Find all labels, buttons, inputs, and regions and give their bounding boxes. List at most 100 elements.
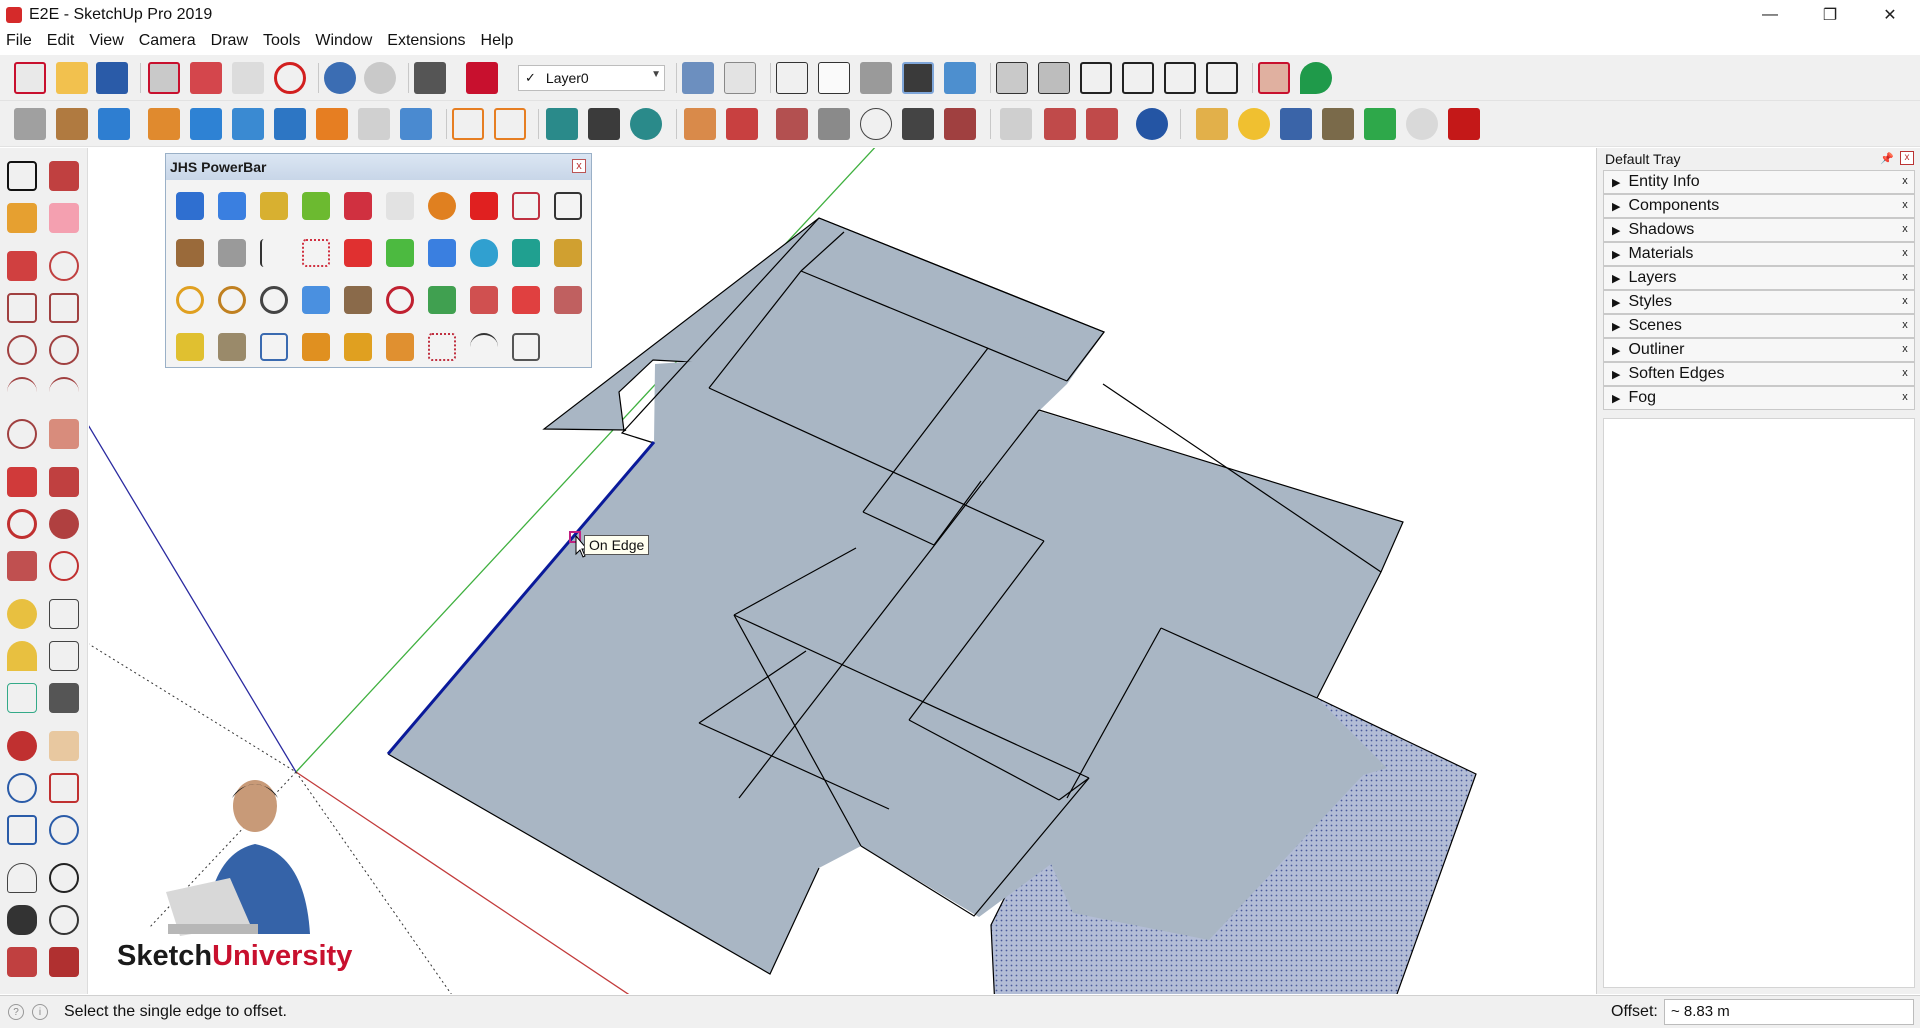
section-plane-icon[interactable] <box>49 905 79 935</box>
model-info-icon[interactable] <box>466 62 498 94</box>
scale-icon[interactable] <box>7 551 37 581</box>
powerbar-title[interactable]: JHS PowerBar <box>166 154 591 180</box>
previous-view-icon[interactable] <box>49 815 79 845</box>
pb-icon-38[interactable] <box>470 333 498 361</box>
pb-icon-34[interactable] <box>302 333 330 361</box>
pb-icon-21[interactable] <box>176 286 204 314</box>
save-icon[interactable] <box>96 62 128 94</box>
panel-shadows[interactable]: ▶ Shadows x <box>1603 218 1915 242</box>
export-icon[interactable] <box>1044 108 1076 140</box>
geo-location-icon[interactable]: ? <box>8 1004 24 1020</box>
sandbox-drape-icon[interactable] <box>818 108 850 140</box>
look-around-icon[interactable] <box>49 863 79 893</box>
eraser-icon[interactable] <box>49 203 79 233</box>
top-view-icon[interactable] <box>1038 62 1070 94</box>
pb-icon-26[interactable] <box>386 286 414 314</box>
tape-measure-icon[interactable] <box>7 599 37 629</box>
close-button[interactable]: ✕ <box>1860 0 1920 30</box>
sandbox-smoove-icon[interactable] <box>684 108 716 140</box>
layer-select[interactable]: ✓ Layer0 ▼ <box>518 65 665 91</box>
monochrome-icon[interactable] <box>944 62 976 94</box>
paint-bucket-icon[interactable] <box>7 203 37 233</box>
zoom-icon[interactable] <box>7 773 37 803</box>
line-tool-icon[interactable] <box>14 108 46 140</box>
circle-icon[interactable] <box>7 335 37 365</box>
tape-icon[interactable] <box>98 108 130 140</box>
panel-soften-edges[interactable]: ▶ Soften Edges x <box>1603 362 1915 386</box>
panel-close-icon[interactable]: x <box>1898 295 1912 309</box>
pb-icon-39[interactable] <box>512 333 540 361</box>
menu-view[interactable]: View <box>89 32 123 50</box>
sketchup-extension-icon[interactable] <box>1258 62 1290 94</box>
pb-icon-36[interactable] <box>386 333 414 361</box>
pb-icon-28[interactable] <box>470 286 498 314</box>
offset-red-icon[interactable] <box>494 108 526 140</box>
push-pull-icon[interactable] <box>49 467 79 497</box>
pb-icon-29[interactable] <box>512 286 540 314</box>
copy-icon[interactable] <box>190 62 222 94</box>
panel-entity-info[interactable]: ▶ Entity Info x <box>1603 170 1915 194</box>
rotated-rectangle-icon[interactable] <box>49 293 79 323</box>
clipboard-icon[interactable] <box>1280 108 1312 140</box>
walk-icon[interactable] <box>7 905 37 935</box>
two-point-arc-icon[interactable] <box>49 377 79 407</box>
pb-icon-25[interactable] <box>344 286 372 314</box>
new-file-icon[interactable] <box>14 62 46 94</box>
panel-close-icon[interactable]: x <box>1898 343 1912 357</box>
3d-text-icon[interactable] <box>49 683 79 713</box>
section-fill-icon[interactable] <box>49 947 79 977</box>
push-pull-orange-icon[interactable] <box>148 108 180 140</box>
menu-edit[interactable]: Edit <box>47 32 75 50</box>
import-icon[interactable] <box>1086 108 1118 140</box>
menu-draw[interactable]: Draw <box>211 32 248 50</box>
menu-extensions[interactable]: Extensions <box>387 32 465 50</box>
pie-icon[interactable] <box>49 419 79 449</box>
eye-icon[interactable] <box>1406 108 1438 140</box>
menu-window[interactable]: Window <box>315 32 372 50</box>
powerbar-close-button[interactable]: x <box>572 159 586 173</box>
main-face[interactable] <box>388 332 1403 974</box>
pin-icon[interactable]: 📌 <box>1880 152 1894 165</box>
minimize-button[interactable]: — <box>1740 0 1800 30</box>
offset-orange-icon[interactable] <box>452 108 484 140</box>
pb-icon-22[interactable] <box>218 286 246 314</box>
dimension-icon[interactable] <box>56 108 88 140</box>
sandbox-stamp-icon[interactable] <box>776 108 808 140</box>
panel-close-icon[interactable]: x <box>1898 247 1912 261</box>
pb-icon-27[interactable] <box>428 286 456 314</box>
pb-icon-1[interactable] <box>176 192 204 220</box>
panel-close-icon[interactable]: x <box>1898 367 1912 381</box>
restore-button[interactable]: ❐ <box>1800 0 1860 30</box>
sandbox-detail-icon[interactable] <box>860 108 892 140</box>
extrude-icon[interactable] <box>316 108 348 140</box>
left-view-icon[interactable] <box>1206 62 1238 94</box>
open-file-icon[interactable] <box>56 62 88 94</box>
pb-icon-19[interactable] <box>512 239 540 267</box>
sandbox-add-icon[interactable] <box>944 108 976 140</box>
bracket-icon[interactable] <box>1196 108 1228 140</box>
menu-file[interactable]: File <box>6 32 32 50</box>
zoom-window-icon[interactable] <box>49 773 79 803</box>
xray-icon[interactable] <box>682 62 714 94</box>
pb-icon-30[interactable] <box>554 286 582 314</box>
pb-icon-23[interactable] <box>260 286 288 314</box>
pb-icon-4[interactable] <box>302 192 330 220</box>
panel-layers[interactable]: ▶ Layers x <box>1603 266 1915 290</box>
undo-icon[interactable] <box>324 62 356 94</box>
pb-icon-6[interactable] <box>386 192 414 220</box>
panel-outliner[interactable]: ▶ Outliner x <box>1603 338 1915 362</box>
shaded-textures-icon[interactable] <box>902 62 934 94</box>
erase-selection-icon[interactable] <box>274 62 306 94</box>
polygon-icon[interactable] <box>49 335 79 365</box>
box-icon[interactable] <box>190 108 222 140</box>
back-view-icon[interactable] <box>1164 62 1196 94</box>
make-component-icon[interactable] <box>49 161 79 191</box>
instructor-info-icon[interactable]: i <box>32 1004 48 1020</box>
rectangle-icon[interactable] <box>7 293 37 323</box>
menu-tools[interactable]: Tools <box>263 32 300 50</box>
pb-icon-14[interactable] <box>302 239 330 267</box>
cut-icon[interactable] <box>148 62 180 94</box>
right-view-icon[interactable] <box>1122 62 1154 94</box>
close-x-icon[interactable] <box>1448 108 1480 140</box>
download-arrow-icon[interactable] <box>1364 108 1396 140</box>
